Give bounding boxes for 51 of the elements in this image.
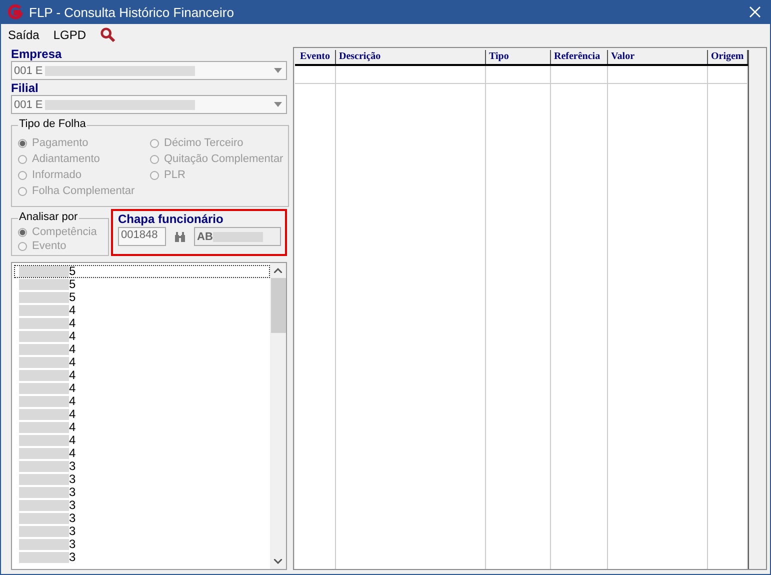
list-item[interactable]: 3 xyxy=(14,460,270,473)
menu-item[interactable]: Saída xyxy=(8,28,40,42)
list-item[interactable]: 4 xyxy=(14,343,270,356)
menu-item[interactable]: LGPD xyxy=(53,28,86,42)
list-item[interactable]: 4 xyxy=(14,382,270,395)
column-header[interactable]: Valor xyxy=(608,50,708,64)
list-item[interactable]: 5 xyxy=(14,291,270,304)
list-item[interactable]: 3 xyxy=(14,551,270,564)
list-item[interactable]: 3 xyxy=(14,499,270,512)
company-dropdown[interactable]: 001 E xyxy=(11,61,287,80)
list-item[interactable]: 5 xyxy=(14,265,270,278)
list-item[interactable]: 4 xyxy=(14,434,270,447)
field-label: Filial xyxy=(11,81,40,95)
list-item[interactable]: 5 xyxy=(14,278,270,291)
list-item[interactable]: 4 xyxy=(14,421,270,434)
search-icon[interactable] xyxy=(100,27,116,42)
list-item[interactable]: 3 xyxy=(14,512,270,525)
scroll-up-icon[interactable] xyxy=(274,268,282,273)
logo-icon xyxy=(7,4,23,20)
list-item[interactable]: 3 xyxy=(14,538,270,551)
list-item[interactable]: 4 xyxy=(14,369,270,382)
employee-name-field: AB xyxy=(194,227,281,246)
list-item[interactable]: 3 xyxy=(14,486,270,499)
list-item[interactable]: 3 xyxy=(14,473,270,486)
scroll-down-icon[interactable] xyxy=(274,559,282,564)
window-title: FLP - Consulta Histórico Financeiro xyxy=(29,4,235,20)
branch-dropdown[interactable]: 001 E xyxy=(11,95,287,114)
list-item[interactable]: 4 xyxy=(14,408,270,421)
list-item[interactable]: 3 xyxy=(14,525,270,538)
scroll-thumb[interactable] xyxy=(270,278,286,333)
close-icon[interactable] xyxy=(749,6,761,18)
field-label: Empresa xyxy=(11,47,63,61)
field-label: Chapa funcionário xyxy=(118,212,224,226)
group-title: Analisar por xyxy=(18,211,79,223)
column-header[interactable]: Evento xyxy=(295,50,336,64)
list-item[interactable]: 4 xyxy=(14,330,270,343)
binoculars-icon[interactable] xyxy=(174,232,186,242)
column-header[interactable]: Origem xyxy=(708,50,748,64)
column-header[interactable]: Descrição xyxy=(336,50,486,64)
list-item[interactable]: 4 xyxy=(14,395,270,408)
dropdown-arrow-icon xyxy=(274,68,282,73)
group-title: Tipo de Folha xyxy=(18,118,87,130)
column-header[interactable]: Tipo xyxy=(486,50,551,64)
column-header[interactable]: Referência xyxy=(551,50,608,64)
list-item[interactable]: 4 xyxy=(14,304,270,317)
list-item[interactable]: 4 xyxy=(14,317,270,330)
list-item[interactable]: 4 xyxy=(14,447,270,460)
employee-id-field[interactable]: 001848 xyxy=(118,227,166,246)
scrollbar[interactable] xyxy=(270,263,286,569)
dropdown-arrow-icon xyxy=(274,102,282,107)
list-item[interactable]: 4 xyxy=(14,356,270,369)
